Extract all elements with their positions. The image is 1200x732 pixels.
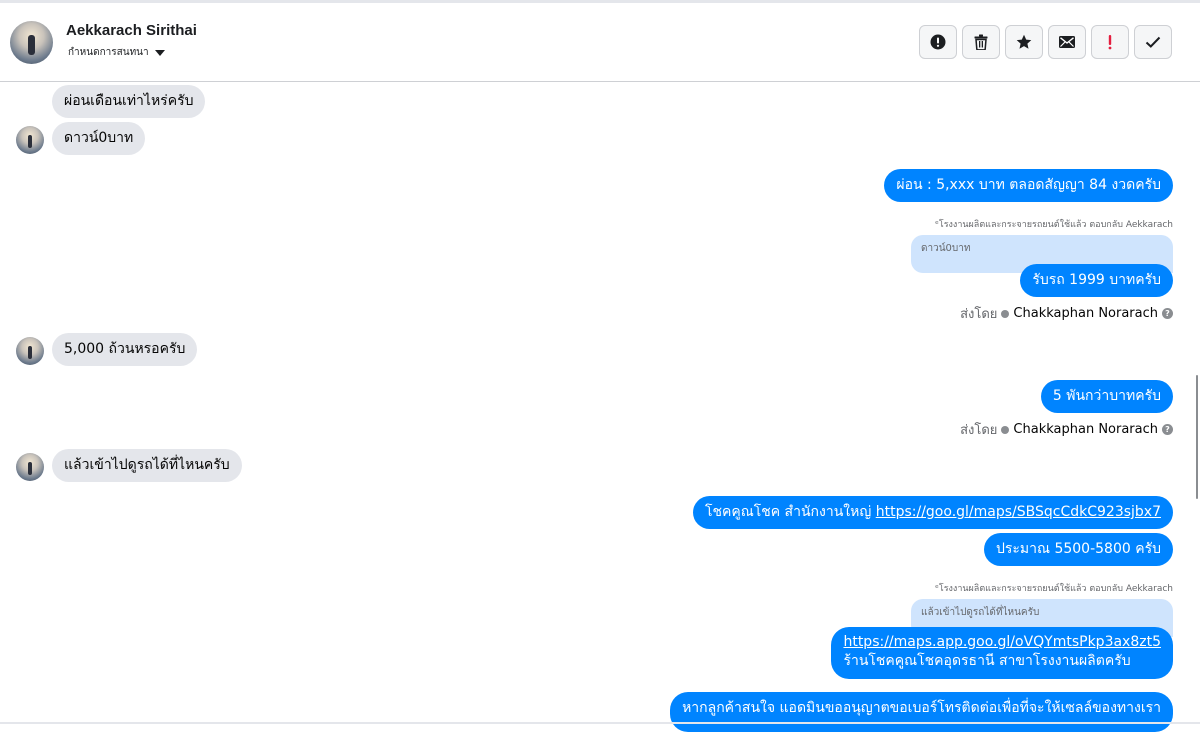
mark-unread-button[interactable] — [1048, 25, 1086, 59]
outgoing-message[interactable]: ประมาณ 5500-5800 ครับ — [984, 533, 1173, 566]
envelope-icon — [1059, 36, 1075, 48]
conversation-header: Aekkarach Sirithai กำหนดการสนทนา — [0, 3, 1200, 82]
contact-avatar-small[interactable] — [16, 453, 44, 481]
outgoing-message[interactable]: https://maps.app.goo.gl/oVQYmtsPkp3ax8zt… — [831, 627, 1173, 679]
mark-spam-button[interactable] — [919, 25, 957, 59]
star-icon — [1016, 34, 1032, 49]
incoming-message[interactable]: ดาวน์0บาท — [52, 122, 146, 155]
scrollbar[interactable] — [1194, 83, 1200, 723]
exclamation-icon — [1108, 35, 1112, 50]
outgoing-message[interactable]: โชคคูณโชค สำนักงานใหญ่ https://goo.gl/ma… — [692, 496, 1173, 529]
caret-down-icon — [154, 50, 165, 56]
sender-name[interactable]: Chakkaphan Norarach — [1013, 306, 1158, 321]
outgoing-message[interactable]: ผ่อน : 5,xxx บาท ตลอดสัญญา 84 งวดครับ — [884, 169, 1173, 202]
verified-icon — [1001, 425, 1010, 434]
outgoing-message[interactable]: 5 พันกว่าบาทครับ — [1040, 380, 1173, 413]
map-link[interactable]: https://goo.gl/maps/SBSqcCdkC923sjbx7 — [876, 504, 1161, 520]
help-icon[interactable]: ? — [1162, 424, 1173, 435]
check-icon — [1145, 36, 1161, 48]
sent-by-label: ส่งโดย — [960, 307, 998, 322]
sender-name[interactable]: Chakkaphan Norarach — [1013, 422, 1158, 437]
sent-by-label: ส่งโดย — [960, 423, 998, 438]
follow-up-button[interactable] — [1091, 25, 1129, 59]
verified-icon — [1001, 309, 1010, 318]
contact-avatar-small[interactable] — [16, 126, 44, 154]
message-text: ร้านโชคคูณโชคอุดรธานี สาขาโรงงานผลิตครับ — [843, 653, 1131, 669]
message-text: โชคคูณโชค สำนักงานใหญ่ — [704, 504, 876, 520]
reply-context-note: ᵉโรงงานผลิตและกระจายรถยนต์ใช้แล้ว ตอบกลั… — [935, 584, 1173, 594]
help-icon[interactable]: ? — [1162, 308, 1173, 319]
star-button[interactable] — [1005, 25, 1043, 59]
trash-icon — [974, 34, 988, 50]
map-link[interactable]: https://maps.app.goo.gl/oVQYmtsPkp3ax8zt… — [843, 633, 1161, 652]
contact-avatar-small[interactable] — [16, 337, 44, 365]
assign-conversation-dropdown[interactable]: กำหนดการสนทนา — [68, 45, 165, 60]
contact-avatar[interactable] — [10, 21, 53, 64]
sent-by-line: ส่งโดย Chakkaphan Norarach ? — [960, 303, 1173, 324]
mark-done-button[interactable] — [1134, 25, 1172, 59]
sent-by-line: ส่งโดย Chakkaphan Norarach ? — [960, 419, 1173, 440]
incoming-message[interactable]: ผ่อนเดือนเท่าไหร่ครับ — [52, 85, 206, 118]
delete-button[interactable] — [962, 25, 1000, 59]
reply-context-note: ᵉโรงงานผลิตและกระจายรถยนต์ใช้แล้ว ตอบกลั… — [935, 220, 1173, 230]
scrollbar-thumb[interactable] — [1196, 375, 1198, 499]
outgoing-message[interactable]: รับรถ 1999 บาทครับ — [1020, 264, 1173, 297]
contact-name[interactable]: Aekkarach Sirithai — [66, 22, 197, 39]
outgoing-message[interactable]: หากลูกค้าสนใจ แอดมินขออนุญาตขอเบอร์โทรติ… — [670, 692, 1173, 732]
incoming-message[interactable]: 5,000 ถ้วนหรอครับ — [52, 333, 198, 366]
alert-circle-icon — [930, 34, 946, 50]
header-actions — [919, 25, 1172, 59]
incoming-message[interactable]: แล้วเข้าไปดูรถได้ที่ไหนครับ — [52, 449, 242, 482]
assign-label: กำหนดการสนทนา — [68, 47, 149, 58]
